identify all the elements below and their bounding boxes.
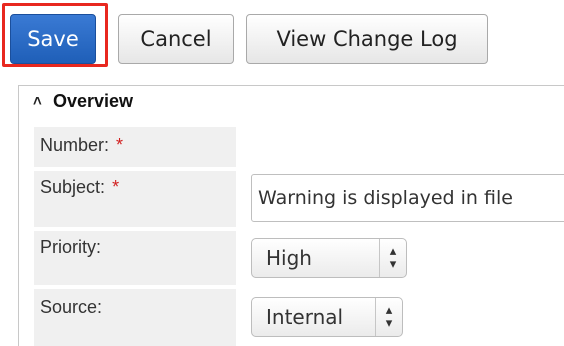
subject-label: Subject: * [34,171,236,227]
priority-select[interactable]: High ▴ ▾ [251,238,407,278]
save-button[interactable]: Save [10,14,96,64]
source-label: Source: [34,289,236,346]
required-marker: * [116,135,124,155]
subject-label-text: Subject: [40,177,106,197]
priority-label-text: Priority: [40,237,102,257]
select-arrows-icon: ▴ ▾ [375,298,402,336]
number-label: Number: * [34,127,236,167]
double-chevron-up-icon[interactable]: ˄ [33,93,47,110]
required-marker: * [112,177,120,197]
number-label-text: Number: [40,135,110,155]
priority-value: High [266,246,312,270]
cancel-button[interactable]: Cancel [118,14,234,64]
priority-label: Priority: [34,231,236,285]
source-select[interactable]: Internal ▴ ▾ [251,297,403,337]
panel-title: Overview [53,90,134,111]
subject-input[interactable]: Warning is displayed in file [251,174,564,222]
toolbar: Save Cancel View Change Log [0,0,564,80]
source-label-text: Source: [40,297,103,317]
overview-panel: ˄ Overview Number: * Subject: * Warning … [18,85,564,346]
view-change-log-button[interactable]: View Change Log [246,14,488,64]
select-arrows-icon: ▴ ▾ [379,239,406,277]
source-value: Internal [266,305,344,329]
overview-panel-header[interactable]: ˄ Overview [33,89,133,113]
